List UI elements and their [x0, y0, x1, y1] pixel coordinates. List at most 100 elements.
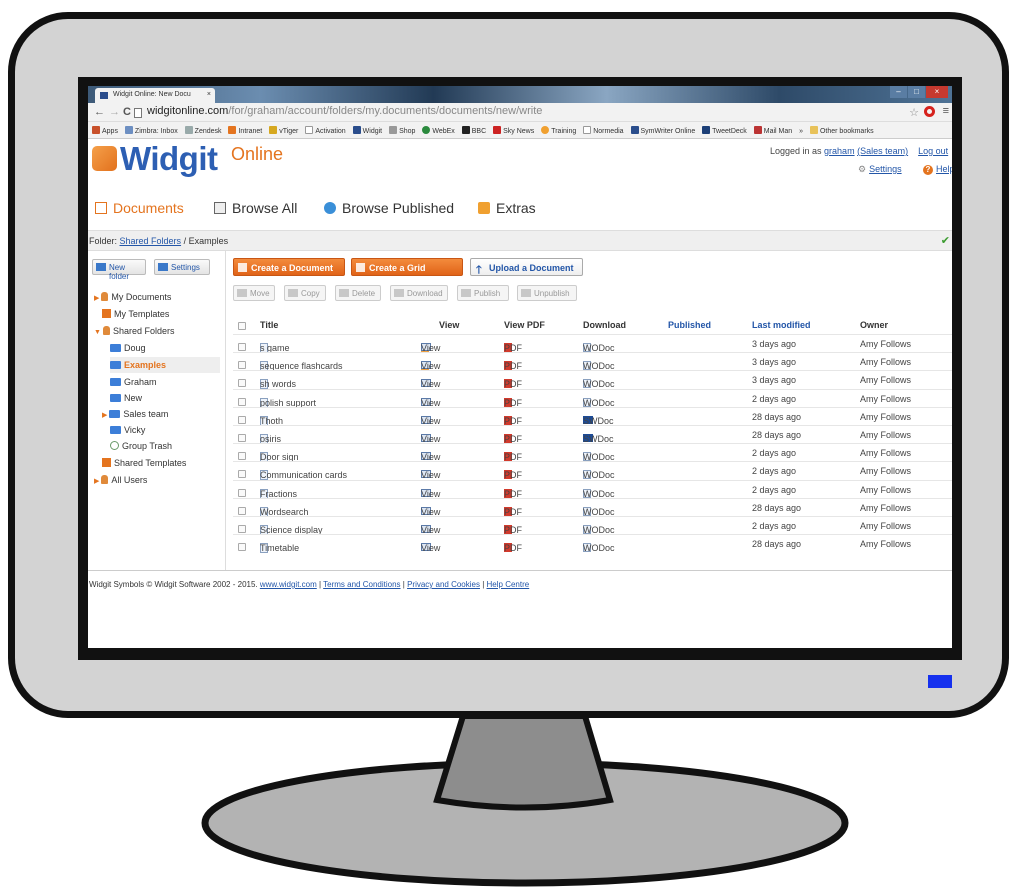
bookmark-item[interactable]: BBC [461, 126, 486, 135]
sidebar-item-shared-templates[interactable]: Shared Templates [102, 455, 186, 471]
bookmark-item[interactable]: WebEx [422, 126, 455, 135]
nav-browse-all[interactable]: Browse All [214, 200, 297, 216]
footer-help-link[interactable]: Help Centre [487, 580, 530, 589]
move-button[interactable]: Move [233, 285, 275, 301]
forward-arrow-icon[interactable]: → [109, 106, 120, 118]
folder-breadcrumb: Folder: Shared Folders / Examples ✔ [88, 230, 952, 251]
bookmark-item[interactable]: vTiger [269, 126, 298, 135]
checkbox [238, 543, 246, 552]
sidebar-item-graham[interactable]: Graham [110, 374, 157, 390]
bookmark-item[interactable]: SymWriter Online [630, 126, 695, 135]
settings-label: Settings [869, 164, 902, 174]
bookmark-star-icon[interactable]: ☆ [909, 106, 919, 119]
window-controls: – □ × [889, 86, 948, 98]
bookmark-item[interactable]: Zimbra: Inbox [124, 126, 178, 135]
bookmark-item[interactable]: Normedia [583, 126, 624, 135]
table-row[interactable]: WordsearchTViewPDFWODoc28 days agoAmy Fo… [233, 497, 952, 517]
bookmark-item[interactable]: Training [541, 126, 576, 135]
bookmark-item[interactable]: Shop [389, 126, 415, 135]
col-owner: Owner [860, 320, 889, 330]
bookmarks-overflow[interactable]: » [799, 128, 803, 135]
sidebar-item-all-users[interactable]: ▶ All Users [94, 472, 147, 488]
sidebar-item-my-documents[interactable]: ▶ My Documents [94, 289, 171, 305]
table-row[interactable]: s gameTViewPDFWODoc3 days agoAmy Follows [233, 334, 952, 353]
sidebar-item-new[interactable]: New [110, 390, 142, 406]
url-input[interactable]: widgitonline.com/for/graham/account/fold… [147, 105, 542, 117]
unpublish-button[interactable]: Unpublish [517, 285, 577, 301]
footer-site-link[interactable]: www.widgit.com [260, 580, 317, 589]
sidebar-item-shared-folders[interactable]: ▼ Shared Folders [94, 323, 174, 339]
collapse-arrow-icon: ▼ [94, 329, 101, 336]
back-arrow-icon[interactable]: ← [94, 106, 105, 118]
bookmark-label: Activation [315, 128, 346, 135]
row-owner: Amy Follows [860, 375, 912, 386]
sidebar-item-examples[interactable]: Examples [110, 357, 220, 373]
window-close-icon[interactable]: × [926, 86, 948, 98]
folder-label: Folder: [89, 236, 120, 246]
table-row[interactable]: Science displayTViewPDFWODoc2 days agoAm… [233, 516, 952, 535]
help-link[interactable]: ?Help [923, 164, 952, 175]
bookmark-item[interactable]: Intranet [228, 126, 262, 135]
create-document-button[interactable]: Create a Document [233, 258, 345, 276]
bookmark-item[interactable]: Widgit [352, 126, 382, 135]
team-link[interactable]: (Sales team) [857, 146, 908, 156]
sidebar-item-vicky[interactable]: Vicky [110, 422, 145, 438]
menu-icon[interactable]: ≡ [943, 105, 949, 117]
settings-link[interactable]: ⚙ Settings [858, 164, 902, 175]
logout-link[interactable]: Log out [918, 146, 948, 156]
upload-document-button[interactable]: 🡑 Upload a Document [470, 258, 583, 276]
grid-icon [214, 202, 226, 214]
apps-icon [92, 126, 100, 134]
sidebar-item-doug[interactable]: Doug [110, 340, 146, 356]
table-row[interactable]: polish supportTViewPDFWODoc2 days agoAmy… [233, 388, 952, 408]
copy-button[interactable]: Copy [284, 285, 326, 301]
sidebar-item-sales-team[interactable]: ▶ Sales team [102, 406, 168, 422]
bookmark-label: TweetDeck [712, 128, 747, 135]
col-title[interactable]: Title [260, 320, 278, 330]
footer-terms-link[interactable]: Terms and Conditions [323, 580, 400, 589]
minimize-icon[interactable]: – [890, 86, 907, 98]
sidebar-settings-button[interactable]: Settings [154, 259, 210, 275]
table-row[interactable]: Communication cardsTViewPDFWODoc2 days a… [233, 461, 952, 481]
checkmark-icon[interactable]: ✔ [941, 234, 950, 247]
delete-button[interactable]: Delete [335, 285, 381, 301]
table-row[interactable]: TimetableTViewPDFWODoc28 days agoAmy Fol… [233, 534, 952, 554]
checkbox [238, 415, 246, 424]
table-row[interactable]: FractionsTViewPDFWODoc2 days agoAmy Foll… [233, 479, 952, 499]
checkbox [238, 343, 246, 351]
new-folder-button[interactable]: New folder [92, 259, 146, 281]
table-row[interactable]: sequence flashcardsTViewPDFWODoc3 days a… [233, 352, 952, 372]
table-row[interactable]: Door signTViewPDFWODoc2 days agoAmy Foll… [233, 443, 952, 463]
bookmark-item[interactable]: TweetDeck [702, 126, 747, 135]
bookmark-item[interactable]: Activation [305, 126, 346, 135]
table-row[interactable]: sh wordsTViewPDFWODoc3 days agoAmy Follo… [233, 370, 952, 390]
publish-button[interactable]: Publish [457, 285, 509, 301]
sidebar-item-my-templates[interactable]: My Templates [102, 306, 169, 322]
bookmark-item[interactable]: Zendesk [184, 126, 222, 135]
table-row[interactable]: osirisTViewPDFSWDoc28 days agoAmy Follow… [233, 425, 952, 444]
bookmark-item[interactable]: Mail Man [753, 126, 792, 135]
maximize-icon[interactable]: □ [908, 86, 925, 98]
nav-browse-published[interactable]: Browse Published [324, 200, 454, 216]
bookmark-item[interactable]: Apps [92, 126, 118, 135]
row-owner: Amy Follows [860, 521, 912, 531]
shared-folders-link[interactable]: Shared Folders [120, 236, 182, 246]
create-grid-button[interactable]: Create a Grid [351, 258, 463, 276]
footer-privacy-link[interactable]: Privacy and Cookies [407, 580, 480, 589]
table-row[interactable]: ThothTViewPDFSWDoc28 days agoAmy Follows [233, 406, 952, 426]
reload-icon[interactable]: C [123, 106, 131, 118]
bookmark-item[interactable]: Sky News [493, 126, 534, 135]
bookmark-item[interactable]: Other bookmarks [809, 126, 874, 135]
sidebar-item-group-trash[interactable]: Group Trash [110, 438, 172, 454]
extension-icon[interactable] [924, 106, 935, 117]
browser-tab[interactable]: Widgit Online: New Docu × [95, 88, 215, 103]
nav-documents[interactable]: Documents [95, 200, 184, 216]
close-icon[interactable]: × [207, 91, 211, 98]
sidebar-item-label: Graham [124, 377, 157, 387]
user-link[interactable]: graham [824, 146, 855, 156]
col-last-modified[interactable]: Last modified [752, 320, 811, 330]
download-button[interactable]: Download [390, 285, 448, 301]
col-published[interactable]: Published [668, 320, 711, 330]
folder-current: / Examples [181, 236, 229, 246]
nav-extras[interactable]: Extras [478, 200, 536, 216]
